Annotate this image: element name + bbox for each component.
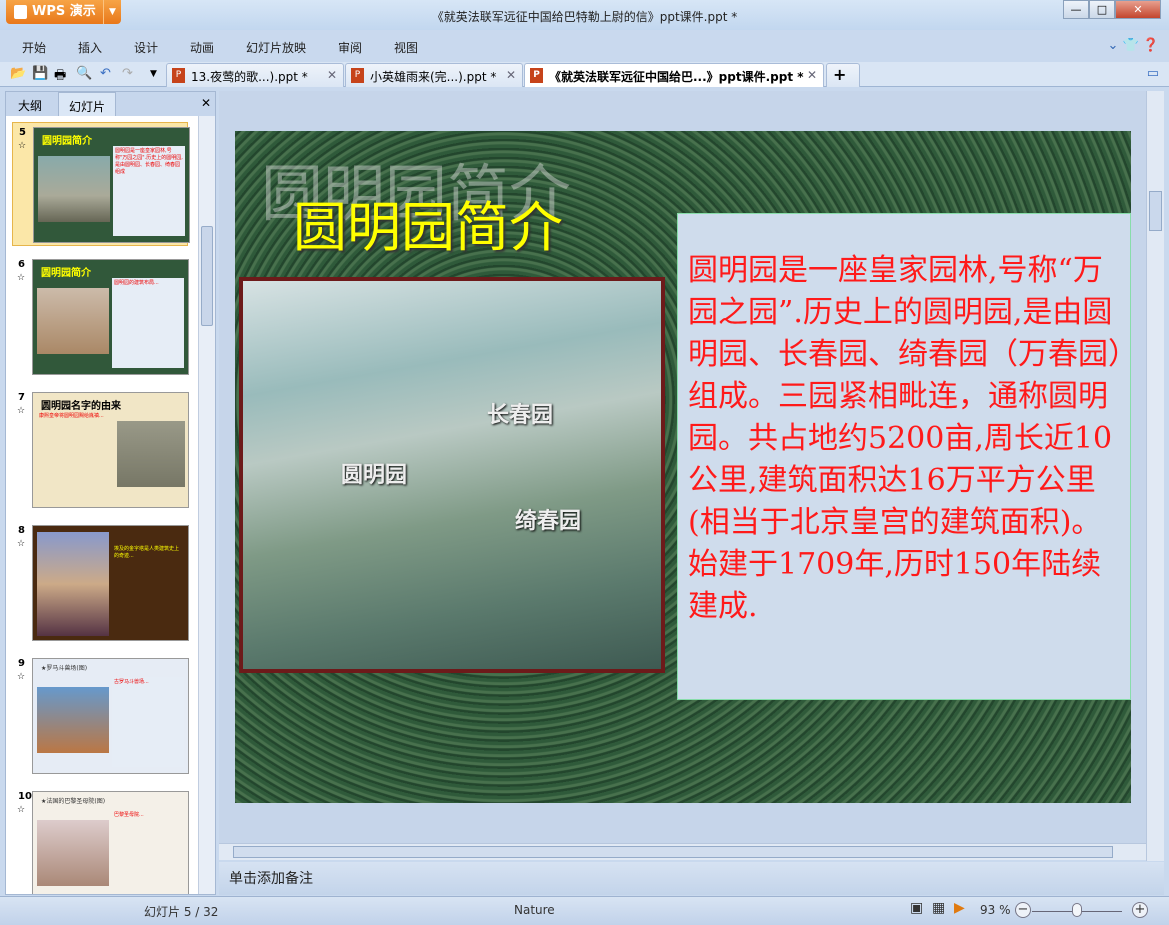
editor-horizontal-scrollbar[interactable] bbox=[219, 843, 1146, 860]
slide-body-text[interactable]: 圆明园是一座皇家园林,号称“万园之园”.历史上的圆明园,是由圆明园、长春园、绮春… bbox=[677, 213, 1131, 700]
thumb-title: ★法国的巴黎圣母院(图) bbox=[41, 798, 106, 805]
animation-star-icon: ☆ bbox=[18, 141, 27, 151]
print-preview-icon[interactable]: 🔍 bbox=[76, 66, 92, 81]
ppt-icon: P bbox=[530, 68, 543, 83]
new-tab-button[interactable]: + bbox=[826, 63, 860, 87]
tab-label: 小英雄雨来(完...).ppt * bbox=[370, 70, 497, 84]
zoom-level: 93 % bbox=[980, 903, 1011, 917]
yuanmingyuan-map-image[interactable]: 长春园 圆明园 绮春园 bbox=[239, 277, 665, 673]
thumb-text: 埃及的金字塔是人类建筑史上的奇迹... bbox=[114, 546, 180, 559]
slide-canvas[interactable]: 圆明园简介 圆明园简介 长春园 圆明园 绮春园 圆明园是一座皇家园林,号称“万园… bbox=[235, 131, 1131, 803]
menu-home[interactable]: 开始 bbox=[22, 39, 46, 56]
help-icon[interactable]: ❓ bbox=[1143, 38, 1159, 53]
menu-review[interactable]: 审阅 bbox=[338, 39, 362, 56]
notes-input[interactable]: 单击添加备注 bbox=[219, 862, 1164, 895]
normal-view-icon[interactable]: ▣ bbox=[910, 900, 923, 916]
close-tab-icon[interactable]: ✕ bbox=[506, 68, 516, 82]
zoom-in-button[interactable]: + bbox=[1132, 902, 1148, 918]
slide-title[interactable]: 圆明园简介 bbox=[293, 183, 563, 262]
thumb-title: 圆明园简介 bbox=[42, 136, 92, 147]
tab-document-3[interactable]: P 《就英法联军远征中国给巴...》ppt课件.ppt * ✕ bbox=[524, 63, 824, 87]
slides-pane: 大纲 幻灯片 ✕ 5 ☆ 圆明园简介 圆明园是一座皇家园林,号称"万园之园".历史上的… bbox=[5, 91, 216, 895]
close-button[interactable]: ✕ bbox=[1115, 0, 1161, 19]
map-label: 长春园 bbox=[487, 403, 554, 428]
thumb-text: 圆明园的建筑布局... bbox=[112, 278, 184, 368]
slide-number: 9 bbox=[18, 658, 25, 669]
maximize-button[interactable]: □ bbox=[1089, 0, 1115, 19]
slide-number: 8 bbox=[18, 525, 25, 536]
thumb-text: 古罗马斗兽场... bbox=[112, 677, 184, 767]
close-tab-icon[interactable]: ✕ bbox=[327, 68, 337, 82]
slideshow-icon[interactable]: ▶ bbox=[954, 900, 965, 916]
menu-view[interactable]: 视图 bbox=[394, 39, 418, 56]
animation-star-icon: ☆ bbox=[17, 672, 26, 682]
menu-animation[interactable]: 动画 bbox=[190, 39, 214, 56]
animation-star-icon: ☆ bbox=[17, 805, 26, 815]
animation-star-icon: ☆ bbox=[17, 539, 26, 549]
editor-vertical-scrollbar[interactable] bbox=[1146, 91, 1164, 861]
ppt-icon: P bbox=[172, 68, 185, 83]
thumb-title: ★罗马斗兽场(图) bbox=[41, 665, 88, 672]
customize-icon[interactable]: ▼ bbox=[150, 69, 157, 79]
tab-document-2[interactable]: P 小英雄雨来(完...).ppt * ✕ bbox=[345, 63, 523, 87]
map-label: 绮春园 bbox=[515, 509, 582, 534]
window-layout-icon[interactable]: ▭ bbox=[1147, 66, 1159, 81]
slide-editor: 圆明园简介 圆明园简介 长春园 圆明园 绮春园 圆明园是一座皇家园林,号称“万园… bbox=[219, 91, 1146, 843]
menu-bar: 开始 插入 设计 动画 幻灯片放映 审阅 视图 bbox=[0, 34, 1169, 58]
window-title: 《就英法联军远征中国给巴特勒上尉的信》ppt课件.ppt * bbox=[431, 10, 738, 24]
thumb-text: 巴黎圣母院... bbox=[114, 812, 144, 818]
thumb-text: 康熙皇帝将圆明园赐给胤禛... bbox=[39, 413, 104, 419]
skin-icon[interactable]: 👕 bbox=[1122, 38, 1138, 53]
slide-number: 6 bbox=[18, 259, 25, 270]
tab-label: 13.夜莺的歌...).ppt * bbox=[191, 70, 308, 84]
slide-thumbnail[interactable]: 6 ☆ 圆明园简介圆明园的建筑布局... bbox=[12, 255, 189, 379]
slide-number: 5 bbox=[19, 127, 26, 138]
title-bar: WPS 演示 ▼ 《就英法联军远征中国给巴特勒上尉的信》ppt课件.ppt * —… bbox=[0, 0, 1169, 30]
close-tab-icon[interactable]: ✕ bbox=[807, 68, 817, 82]
slide-thumbnail[interactable]: 9 ☆ ★罗马斗兽场(图) 古罗马斗兽场... bbox=[12, 654, 189, 778]
slide-thumbnail[interactable]: 5 ☆ 圆明园简介圆明园是一座皇家园林,号称"万园之园".历史上的圆明园,是由圆明园… bbox=[12, 122, 190, 246]
open-icon[interactable]: 📂 bbox=[10, 66, 26, 81]
map-label: 圆明园 bbox=[341, 463, 408, 488]
slide-sorter-icon[interactable]: ▦ bbox=[932, 900, 945, 916]
undo-icon[interactable]: ↶ bbox=[100, 66, 111, 81]
zoom-slider-handle[interactable] bbox=[1072, 903, 1082, 917]
animation-star-icon: ☆ bbox=[17, 406, 26, 416]
slide-number: 7 bbox=[18, 392, 25, 403]
document-tab-bar: 📂 💾 🖶 🔍 ↶ ↷ ▼ P 13.夜莺的歌...).ppt * ✕ P 小英雄雨来… bbox=[0, 62, 1169, 87]
tab-document-1[interactable]: P 13.夜莺的歌...).ppt * ✕ bbox=[166, 63, 344, 87]
slide-thumbnail[interactable]: 8 ☆ 埃及的金字塔是人类建筑史上的奇迹... bbox=[12, 521, 189, 645]
thumb-title: 圆明园简介 bbox=[41, 268, 91, 279]
minimize-button[interactable]: — bbox=[1063, 0, 1089, 19]
menu-insert[interactable]: 插入 bbox=[78, 39, 102, 56]
ppt-icon: P bbox=[351, 68, 364, 83]
menu-slideshow[interactable]: 幻灯片放映 bbox=[246, 39, 306, 56]
redo-icon[interactable]: ↷ bbox=[122, 66, 133, 81]
slide-counter: 幻灯片 5 / 32 bbox=[144, 905, 219, 919]
save-icon[interactable]: 💾 bbox=[32, 66, 48, 81]
zoom-out-button[interactable]: − bbox=[1015, 902, 1031, 918]
thumb-title: 圆明园名字的由来 bbox=[41, 401, 121, 412]
print-icon[interactable]: 🖶 bbox=[54, 66, 66, 88]
tab-outline[interactable]: 大纲 bbox=[8, 92, 52, 116]
thumbnails-scrollbar[interactable] bbox=[198, 116, 215, 894]
thumb-text: 圆明园是一座皇家园林,号称"万园之园".历史上的圆明园,是由圆明园、长春园、绮春… bbox=[113, 146, 185, 236]
theme-name: Nature bbox=[514, 903, 555, 917]
animation-star-icon: ☆ bbox=[17, 273, 26, 283]
tab-slides[interactable]: 幻灯片 bbox=[58, 92, 117, 116]
collapse-icon[interactable]: ⌄ bbox=[1107, 38, 1118, 53]
menu-design[interactable]: 设计 bbox=[134, 39, 158, 56]
slide-thumbnail[interactable]: 7 ☆ 圆明园名字的由来 康熙皇帝将圆明园赐给胤禛... bbox=[12, 388, 189, 512]
close-pane-icon[interactable]: ✕ bbox=[201, 96, 211, 110]
slide-number: 10 bbox=[18, 791, 32, 802]
slide-thumbnail[interactable]: 10 ☆ ★法国的巴黎圣母院(图) 巴黎圣母院... bbox=[12, 787, 189, 894]
status-bar: 幻灯片 5 / 32 Nature ▣ ▦ ▶ 93 % − + bbox=[0, 896, 1169, 925]
tab-label: 《就英法联军远征中国给巴...》ppt课件.ppt * bbox=[549, 70, 804, 84]
